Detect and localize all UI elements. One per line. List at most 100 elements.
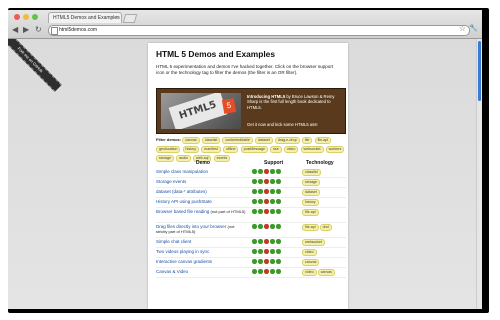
- technology-tag[interactable]: websocket: [302, 239, 325, 246]
- filter-tag[interactable]: file-api: [314, 137, 332, 144]
- technology-tag[interactable]: file-api: [302, 224, 319, 231]
- demo-link[interactable]: Interactive canvas gradients: [156, 259, 246, 264]
- fork-github-ribbon[interactable]: Fork me on GitHub: [8, 39, 62, 92]
- zoom-window-button[interactable]: [32, 14, 38, 20]
- bookmark-star-icon[interactable]: ☆: [459, 24, 466, 33]
- browser-support-icon[interactable]: [258, 189, 263, 194]
- promo-cta-link[interactable]: Get it now and kick some HTML5 ass!: [247, 122, 318, 127]
- browser-support-icon[interactable]: [270, 269, 275, 274]
- browser-support-icon[interactable]: [276, 189, 281, 194]
- browser-support-icon[interactable]: [270, 239, 275, 244]
- filter-tag[interactable]: workers: [325, 146, 345, 153]
- technology-tag[interactable]: video: [302, 269, 317, 276]
- wrench-menu-icon[interactable]: 🔧: [469, 24, 478, 32]
- browser-support-icon[interactable]: [264, 209, 269, 214]
- browser-support-icon[interactable]: [252, 269, 257, 274]
- browser-support-icon[interactable]: [276, 259, 281, 264]
- technology-tag[interactable]: canvas: [302, 259, 320, 266]
- browser-support-icon[interactable]: [264, 249, 269, 254]
- filter-tag[interactable]: manifest: [201, 146, 221, 153]
- filter-tag[interactable]: drag-n-drop: [274, 137, 300, 144]
- filter-tag[interactable]: history: [182, 146, 200, 153]
- filter-tag[interactable]: canvas: [182, 137, 200, 144]
- promo-heading[interactable]: Introducing HTML5: [247, 94, 285, 99]
- browser-support-icon[interactable]: [258, 169, 263, 174]
- close-window-button[interactable]: [14, 14, 20, 20]
- filter-tag[interactable]: offline: [222, 146, 239, 153]
- filter-tag[interactable]: websocket: [300, 146, 324, 153]
- browser-support-icon[interactable]: [270, 259, 275, 264]
- browser-support-icon[interactable]: [276, 199, 281, 204]
- demo-link[interactable]: Storage events: [156, 179, 246, 184]
- tab-close-icon[interactable]: ×: [115, 13, 118, 23]
- technology-tag[interactable]: classlist: [302, 169, 321, 176]
- browser-support-icon[interactable]: [264, 169, 269, 174]
- browser-support-icon[interactable]: [264, 199, 269, 204]
- browser-support-icon[interactable]: [252, 259, 257, 264]
- browser-support-icon[interactable]: [264, 259, 269, 264]
- browser-support-icon[interactable]: [264, 239, 269, 244]
- browser-support-icon[interactable]: [258, 179, 263, 184]
- browser-tab[interactable]: HTML5 Demos and Examples ×: [48, 12, 122, 23]
- filter-tag[interactable]: classlist: [201, 137, 221, 144]
- filter-tag[interactable]: postMessage: [240, 146, 268, 153]
- demo-link[interactable]: History API using pushState: [156, 199, 246, 204]
- demo-link[interactable]: Simple class manipulation: [156, 169, 246, 174]
- browser-support-icon[interactable]: [270, 199, 275, 204]
- browser-support-icon[interactable]: [258, 209, 263, 214]
- minimize-window-button[interactable]: [23, 14, 29, 20]
- technology-tag[interactable]: video: [302, 249, 317, 256]
- browser-support-icon[interactable]: [258, 249, 263, 254]
- demo-link[interactable]: dataset (data-* attributes): [156, 189, 246, 194]
- demo-link[interactable]: Drag files directly into your browser (n…: [156, 224, 246, 235]
- browser-support-icon[interactable]: [276, 179, 281, 184]
- browser-support-icon[interactable]: [264, 189, 269, 194]
- browser-support-icon[interactable]: [270, 179, 275, 184]
- browser-support-icon[interactable]: [258, 269, 263, 274]
- browser-support-icon[interactable]: [252, 179, 257, 184]
- address-bar[interactable]: html5demos.com: [48, 25, 470, 36]
- browser-support-icon[interactable]: [270, 209, 275, 214]
- browser-support-icon[interactable]: [276, 249, 281, 254]
- browser-support-icon[interactable]: [276, 169, 281, 174]
- browser-support-icon[interactable]: [252, 189, 257, 194]
- scrollbar-thumb[interactable]: [478, 41, 481, 101]
- demo-link[interactable]: Simple chat client: [156, 239, 246, 244]
- technology-tag[interactable]: file-api: [302, 209, 319, 216]
- filter-tag[interactable]: file: [301, 137, 313, 144]
- demo-link[interactable]: Canvas & Video: [156, 269, 246, 274]
- browser-support-icon[interactable]: [252, 224, 257, 229]
- browser-support-icon[interactable]: [276, 224, 281, 229]
- filter-tag[interactable]: geolocation: [156, 146, 181, 153]
- demo-link[interactable]: Browser based file reading (not part of …: [156, 209, 246, 214]
- browser-support-icon[interactable]: [252, 199, 257, 204]
- demo-link[interactable]: Two videos playing in sync: [156, 249, 246, 254]
- browser-support-icon[interactable]: [270, 169, 275, 174]
- filter-tag[interactable]: contenteditable: [222, 137, 253, 144]
- filter-tag[interactable]: video: [283, 146, 299, 153]
- forward-icon[interactable]: ▶: [23, 25, 29, 35]
- browser-support-icon[interactable]: [270, 224, 275, 229]
- browser-support-icon[interactable]: [252, 249, 257, 254]
- new-tab-button[interactable]: [122, 14, 138, 23]
- browser-support-icon[interactable]: [276, 239, 281, 244]
- browser-support-icon[interactable]: [252, 239, 257, 244]
- browser-support-icon[interactable]: [276, 269, 281, 274]
- browser-support-icon[interactable]: [276, 209, 281, 214]
- technology-tag[interactable]: dnd: [319, 224, 332, 231]
- technology-tag[interactable]: storage: [302, 179, 320, 186]
- browser-support-icon[interactable]: [264, 269, 269, 274]
- reload-icon[interactable]: ↻: [35, 25, 42, 35]
- book-promo[interactable]: HTML5 5 Introducing HTML5 by Bruce Lawso…: [156, 88, 346, 134]
- browser-support-icon[interactable]: [258, 199, 263, 204]
- browser-support-icon[interactable]: [252, 209, 257, 214]
- scrollbar[interactable]: [476, 39, 482, 309]
- browser-support-icon[interactable]: [258, 224, 263, 229]
- technology-tag[interactable]: history: [302, 199, 319, 206]
- filter-tag[interactable]: dataset: [255, 137, 273, 144]
- filter-tag[interactable]: sse: [270, 146, 282, 153]
- browser-support-icon[interactable]: [264, 224, 269, 229]
- browser-support-icon[interactable]: [264, 179, 269, 184]
- technology-tag[interactable]: dataset: [302, 189, 320, 196]
- browser-support-icon[interactable]: [270, 249, 275, 254]
